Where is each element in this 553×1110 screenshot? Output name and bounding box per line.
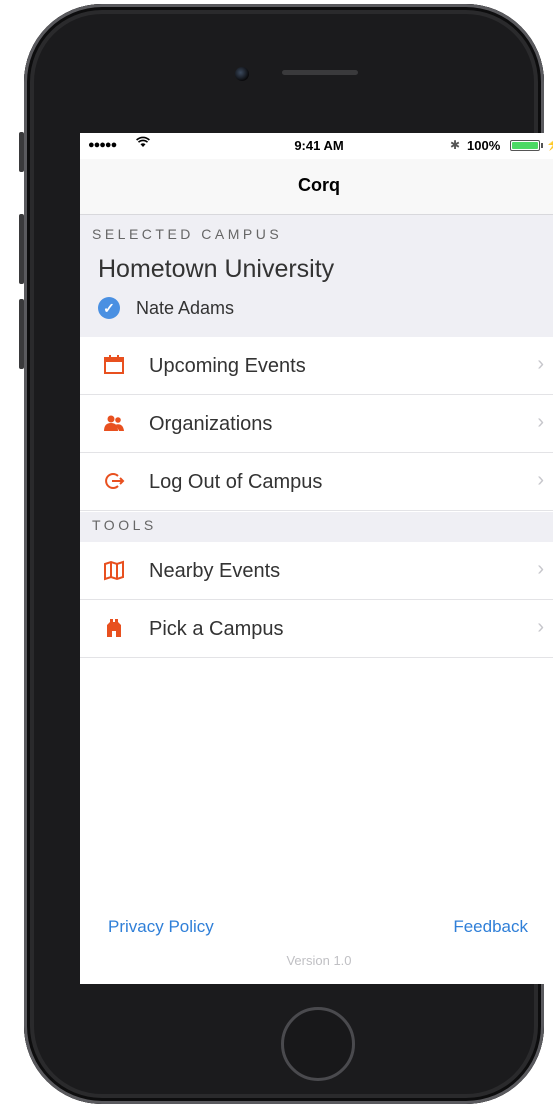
checkmark-icon: ✓ [98, 297, 120, 319]
selected-campus-section: SELECTED CAMPUS Hometown University ✓ Na… [80, 215, 553, 337]
bluetooth-icon: ✱ [450, 138, 461, 152]
battery-tip [541, 143, 543, 148]
menu-item-label: Organizations [149, 413, 273, 435]
earpiece-speaker [282, 70, 358, 75]
chevron-right-icon: › [537, 558, 544, 580]
app-screen: ●●●●● 9:41 AM ✱ 100% ⚡ Corq SELECTED CAM… [80, 133, 553, 984]
menu-item-log-out[interactable]: Log Out of Campus › [80, 453, 553, 511]
battery-percent: 100% [467, 138, 501, 153]
menu-item-upcoming-events[interactable]: Upcoming Events › [80, 337, 553, 395]
building-icon [102, 617, 126, 641]
campus-name: Hometown University [98, 255, 335, 283]
menu-item-nearby-events[interactable]: Nearby Events › [80, 542, 553, 600]
menu-item-label: Nearby Events [149, 560, 281, 582]
version-label: Version 1.0 [286, 953, 352, 968]
volume-down-button [19, 299, 24, 369]
status-bar: ●●●●● 9:41 AM ✱ 100% ⚡ [80, 133, 553, 159]
home-button[interactable] [281, 1007, 355, 1081]
menu-item-label: Upcoming Events [149, 355, 306, 377]
chevron-right-icon: › [537, 411, 544, 433]
menu-item-label: Pick a Campus [149, 618, 284, 640]
menu-item-label: Log Out of Campus [149, 471, 323, 493]
menu-item-pick-campus[interactable]: Pick a Campus › [80, 600, 553, 658]
navigation-bar: Corq [80, 159, 553, 215]
section-header-tools: TOOLS [92, 517, 157, 533]
logout-icon [102, 470, 126, 494]
section-header-selected-campus: SELECTED CAMPUS [92, 226, 283, 242]
chevron-right-icon: › [537, 353, 544, 375]
charging-icon: ⚡ [546, 137, 553, 151]
battery-icon [510, 140, 540, 151]
chevron-right-icon: › [537, 469, 544, 491]
menu-item-organizations[interactable]: Organizations › [80, 395, 553, 453]
volume-up-button [19, 214, 24, 284]
tools-section-header: TOOLS [80, 512, 553, 542]
map-icon [102, 559, 126, 583]
app-title: Corq [298, 175, 340, 195]
mute-switch [19, 132, 24, 172]
feedback-link[interactable]: Feedback [453, 917, 528, 937]
user-name: Nate Adams [136, 298, 235, 318]
privacy-policy-link[interactable]: Privacy Policy [108, 917, 214, 937]
people-icon [102, 412, 126, 436]
phone-frame: ●●●●● 9:41 AM ✱ 100% ⚡ Corq SELECTED CAM… [19, 4, 553, 1104]
chevron-right-icon: › [537, 616, 544, 638]
front-camera [235, 67, 249, 81]
calendar-icon [102, 354, 126, 378]
